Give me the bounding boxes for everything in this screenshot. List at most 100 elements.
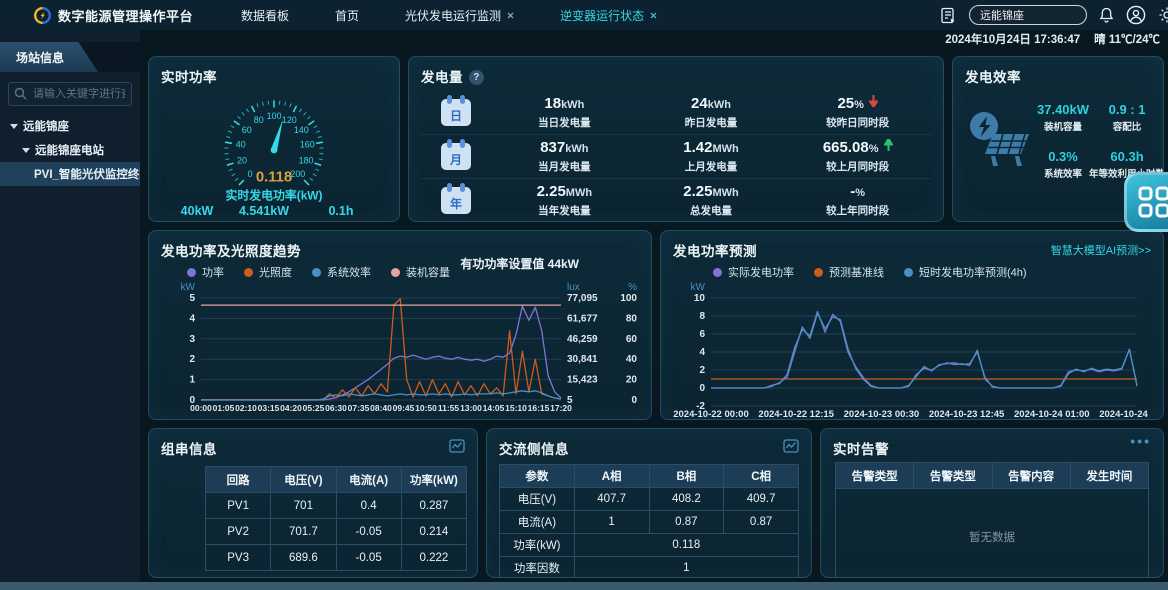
station-search-input[interactable]	[969, 5, 1087, 25]
caret-down-icon[interactable]	[22, 148, 30, 153]
legend-item[interactable]: 系统效率	[312, 264, 371, 280]
svg-text:0: 0	[631, 395, 637, 406]
column-header: 功率(kW)	[401, 467, 466, 493]
legend-item[interactable]: 预测基准线	[814, 264, 884, 280]
legend-item[interactable]: 光照度	[244, 264, 292, 280]
energy-stat: 24kWh昨日发电量	[638, 95, 785, 130]
energy-value: 18	[544, 95, 561, 112]
legend-item[interactable]: 实际发电功率	[713, 264, 794, 280]
svg-text:01:05: 01:05	[213, 403, 235, 413]
svg-text:100: 100	[267, 111, 282, 121]
search-icon	[14, 87, 27, 100]
svg-text:30,841: 30,841	[567, 354, 598, 365]
energy-unit: %	[855, 187, 865, 199]
table-row[interactable]: 功率(kW)0.118	[500, 534, 799, 557]
legend-item[interactable]: 短时发电功率预测(4h)	[904, 264, 1027, 280]
table-row[interactable]: PV17010.40.287	[206, 493, 467, 519]
nav-item-dashboard[interactable]: 数据看板	[241, 7, 289, 24]
column-header: 发生时间	[1070, 463, 1148, 489]
svg-text:0: 0	[699, 383, 705, 394]
svg-text:13:00: 13:00	[460, 403, 482, 413]
svg-text:80: 80	[626, 313, 638, 324]
grid-icon	[1137, 185, 1168, 219]
energy-label: 较上月同时段	[784, 159, 931, 174]
svg-text:kW: kW	[181, 282, 196, 293]
svg-text:120: 120	[282, 115, 297, 125]
more-options-icon[interactable]: •••	[1130, 433, 1151, 449]
table-cell: 0.4	[336, 493, 401, 519]
user-avatar-icon[interactable]	[1126, 5, 1146, 25]
chart-view-icon[interactable]	[783, 439, 799, 458]
arrow-down-icon	[869, 95, 878, 107]
calendar-icon: 月	[421, 143, 491, 170]
app-grid-button[interactable]	[1124, 172, 1168, 232]
alarm-table: 告警类型告警类型告警内容发生时间暂无数据	[835, 462, 1149, 578]
report-icon[interactable]	[940, 7, 957, 24]
legend-item[interactable]: 装机容量	[391, 264, 450, 280]
sidebar: 场站信息 远能锦座远能锦座电站PVI_智能光伏监控终端	[0, 30, 140, 582]
settings-gear-icon[interactable]	[1158, 6, 1168, 24]
close-icon[interactable]	[650, 12, 657, 19]
ai-forecast-link[interactable]: 智慧大模型AI预测>>	[1051, 242, 1151, 258]
notification-bell-icon[interactable]	[1099, 7, 1114, 23]
table-cell: 功率(kW)	[500, 534, 575, 557]
svg-text:200: 200	[290, 169, 305, 179]
svg-text:60: 60	[626, 334, 638, 345]
svg-text:80: 80	[254, 115, 264, 125]
chart-view-icon[interactable]	[449, 439, 465, 458]
tree-node-selected[interactable]: PVI_智能光伏监控终端	[0, 162, 140, 186]
trend-chart[interactable]: 577,095100461,67780346,25960230,84140115…	[161, 282, 639, 414]
energy-label: 昨日发电量	[638, 115, 785, 130]
stat-value: 40kW	[167, 204, 227, 218]
stat-value: 37.40kW	[1037, 102, 1089, 117]
table-cell: 1	[574, 557, 798, 579]
panel-title: 发电效率	[965, 66, 1151, 86]
stat-value: 4.541kW	[239, 204, 289, 218]
panel-string-info: 组串信息 回路电压(V)电流(A)功率(kW)PV17010.40.287PV2…	[148, 428, 478, 578]
efficiency-stat: 37.40kW装机容量	[1037, 102, 1089, 133]
column-header: A相	[574, 465, 649, 488]
caret-down-icon[interactable]	[10, 124, 18, 129]
tree-node-[interactable]: 远能锦座	[0, 114, 140, 138]
app-logo-icon	[34, 7, 51, 24]
nav-tab-inverter-status[interactable]: 逆变器运行状态	[560, 7, 657, 24]
arrow-up-icon	[884, 139, 893, 151]
legend-dot-icon	[814, 268, 823, 277]
table-cell: 功率因数	[500, 557, 575, 579]
datetime-text: 2024年10月24日 17:36:47	[945, 31, 1080, 47]
close-icon[interactable]	[507, 12, 514, 19]
legend-item[interactable]: 功率	[187, 264, 224, 280]
nav-item-home[interactable]: 首页	[335, 7, 359, 24]
svg-text:1: 1	[189, 375, 195, 386]
panel-title: 实时告警	[833, 438, 1151, 458]
top-nav: 数字能源管理操作平台 数据看板 首页 光伏发电运行监测 逆变器运行状态	[0, 0, 1168, 30]
svg-text:0: 0	[248, 169, 253, 179]
svg-text:2024-10-23 12:45: 2024-10-23 12:45	[929, 409, 1005, 420]
svg-text:15,423: 15,423	[567, 375, 598, 386]
tree-node-[interactable]: 远能锦座电站	[0, 138, 140, 162]
table-cell: PV1	[206, 493, 271, 519]
table-row[interactable]: PV2701.7-0.050.214	[206, 519, 467, 545]
svg-text:5: 5	[189, 293, 195, 304]
table-row[interactable]: 电流(A)10.870.87	[500, 511, 799, 534]
table-row[interactable]: 功率因数1	[500, 557, 799, 579]
table-cell: 409.7	[724, 488, 799, 511]
help-icon[interactable]: ?	[469, 70, 484, 85]
sidebar-tab-station-info[interactable]: 场站信息	[0, 42, 98, 72]
nav-right	[940, 5, 1168, 25]
svg-text:46,259: 46,259	[567, 334, 598, 345]
table-row[interactable]: 电压(V)407.7408.2409.7	[500, 488, 799, 511]
stat-value: 0.1h	[301, 204, 381, 218]
legend-label: 实际发电功率	[728, 264, 794, 280]
forecast-chart[interactable]: 1086420-2kW2024-10-22 00:002024-10-22 12…	[673, 282, 1151, 420]
stat-label: 额定输出功率	[167, 220, 227, 222]
calendar-icon: 日	[421, 99, 491, 126]
svg-text:8: 8	[699, 311, 705, 322]
nav-tab-pv-monitor[interactable]: 光伏发电运行监测	[405, 7, 514, 24]
table-cell: 0.287	[401, 493, 466, 519]
table-row[interactable]: PV3689.6-0.050.222	[206, 545, 467, 571]
stat-value: 0.9 : 1	[1089, 102, 1164, 117]
solar-panel-icon	[967, 108, 1033, 175]
svg-text:%: %	[628, 282, 637, 293]
energy-stat: 18kWh当日发电量	[491, 95, 638, 130]
